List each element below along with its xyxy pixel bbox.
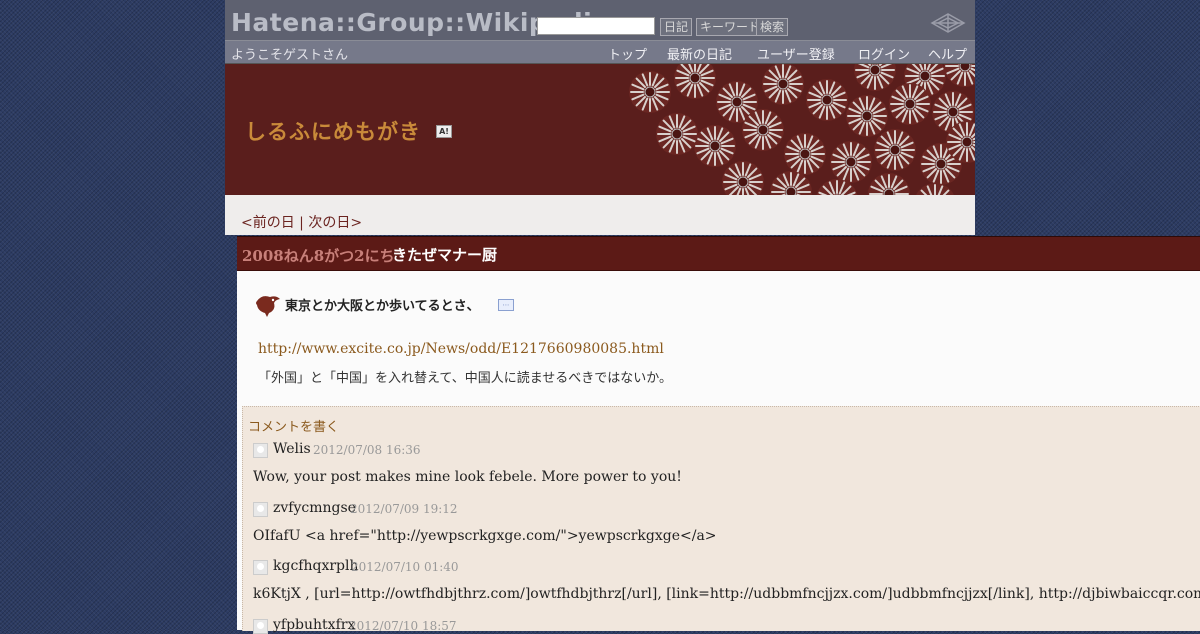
commenter-avatar-icon [253,619,268,634]
day-date-link[interactable]: 2008ねん8がつ2にち [242,245,395,266]
bookmark-icon[interactable]: ⋯ [498,299,514,311]
day-title: きたぜマナー厨 [392,246,498,264]
comment-time: 2012/07/08 16:36 [313,443,421,457]
nav-latest-diary[interactable]: 最新の日記 [667,44,732,63]
write-comment-link[interactable]: コメントを書く [248,416,339,435]
section-body: 「外国」と「中国」を入れ替えて、中国人に読ませるべきではないか。 [258,371,673,386]
hatena-logo-icon[interactable] [928,11,968,35]
welcome-text: ようこそゲストさん [231,48,349,63]
nav-help[interactable]: ヘルプ [928,44,967,63]
comment-time: 2012/07/10 18:57 [349,619,457,633]
prev-day-link[interactable]: <前の日 [241,215,295,231]
nav-login[interactable]: ログイン [858,44,910,63]
top-bar: Hatena::Group::Wikipedia 日記 キーワード 検索 [225,0,975,41]
diary-banner: しるふにめもがき A! [225,64,975,195]
section-title: 東京とか大阪とか歩いてるとさ、 [285,299,480,314]
comment-author[interactable]: zvfycmngse [273,500,356,516]
comment-body: OIfafU <a href="http://yewpscrkgxge.com/… [253,528,717,544]
day-header: 2008ねん8がつ2にち きたぜマナー厨 [237,236,1200,271]
search-button[interactable]: 検索 [756,18,789,36]
external-link[interactable]: http://www.excite.co.jp/News/odd/E121766… [258,341,664,357]
comment-author[interactable]: yfpbuhtxfrx [273,617,355,633]
comment-author[interactable]: Welis [273,441,311,457]
comment-body: k6KtjX , [url=http://owtfhdbjthrz.com/]o… [253,586,1200,602]
chrysanthemum-pattern [628,64,975,195]
comment-body: Wow, your post makes mine look febele. M… [253,469,682,485]
comment-author[interactable]: kgcfhqxrplh [273,558,359,574]
commenter-avatar-icon [253,560,268,575]
diary-title[interactable]: しるふにめもがき [245,116,421,146]
comments-section: コメントを書く Welis 2012/07/08 16:36 Wow, your… [242,406,1200,634]
nav-top[interactable]: トップ [608,44,647,63]
search-input[interactable] [537,17,655,35]
nav-bar: ようこそゲストさん トップ 最新の日記 ユーザー登録 ログイン ヘルプ [225,41,975,64]
comment-time: 2012/07/09 19:12 [350,502,458,516]
keyword-search-button[interactable]: キーワード [696,18,765,36]
commenter-avatar-icon [253,502,268,517]
next-day-link[interactable]: 次の日> [308,215,362,231]
bird-icon[interactable] [254,291,282,317]
antenna-badge-icon[interactable]: A! [436,125,452,138]
day-navigation: <前の日 | 次の日> [241,212,362,232]
day-navigation-bar: <前の日 | 次の日> [225,195,975,235]
commenter-avatar-icon [253,443,268,458]
diary-entry: 2008ねん8がつ2にち きたぜマナー厨 東京とか大阪とか歩いてるとさ、 ⋯ h… [237,236,1200,634]
nav-register[interactable]: ユーザー登録 [757,44,835,63]
comment-time: 2012/07/10 01:40 [351,560,459,574]
diary-search-button[interactable]: 日記 [660,18,693,36]
day-nav-separator: | [294,215,309,231]
